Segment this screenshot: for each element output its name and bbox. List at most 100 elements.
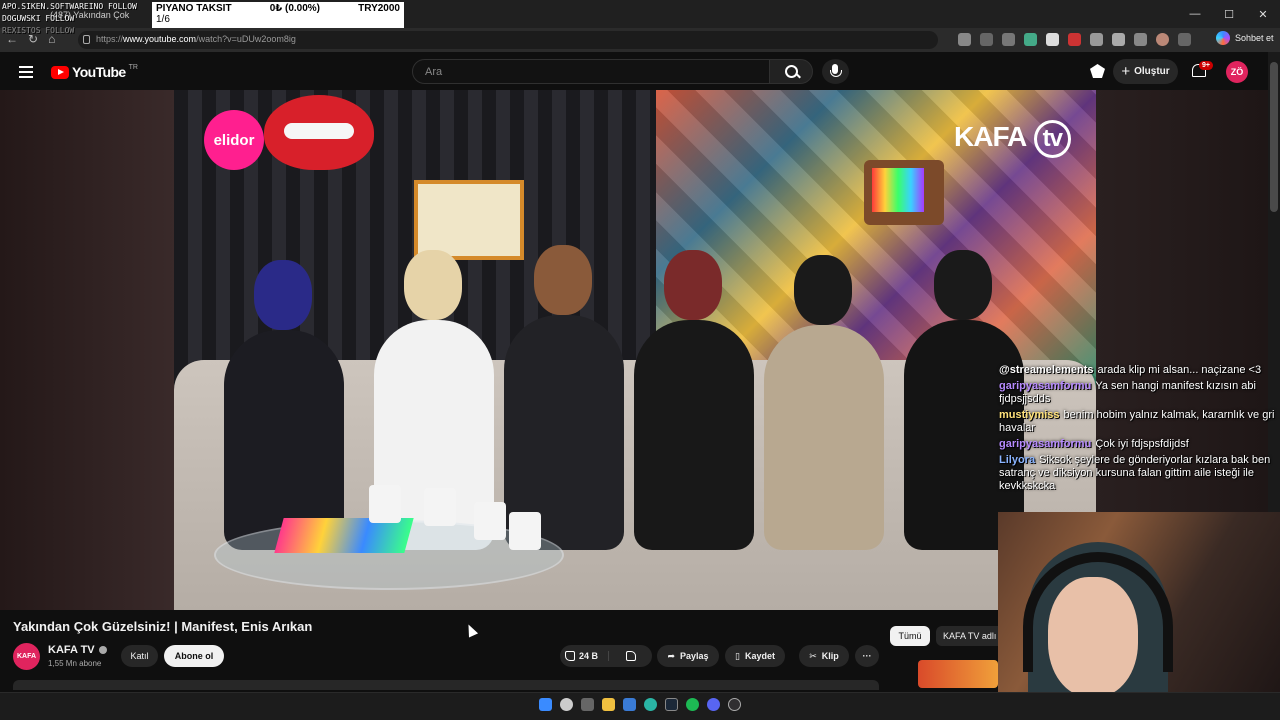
address-bar[interactable]: https://www.youtube.com/watch?v=uDUw2oom…: [78, 31, 938, 49]
scrollbar-thumb[interactable]: [1270, 62, 1278, 212]
kafatv-tv-circle: tv: [1033, 120, 1071, 158]
clip-button[interactable]: ✂ Klip: [799, 645, 849, 667]
chat-text: Siksok şeylere de gönderiyorlar kızlara …: [999, 454, 1271, 492]
extension-icon[interactable]: [1024, 33, 1037, 46]
chat-user: Lilyora: [999, 454, 1036, 466]
mug: [369, 485, 401, 523]
follow-line: DOGUWSKI FOLLOW: [2, 14, 75, 23]
tv-sticker: [864, 160, 944, 225]
spotify-icon[interactable]: [686, 698, 699, 711]
steam-icon[interactable]: [665, 698, 678, 711]
user-avatar[interactable]: ZÖ: [1226, 61, 1248, 83]
window-controls: — ☐ ✕: [1178, 0, 1280, 28]
extension-icons: [958, 33, 1191, 46]
plus-icon: +: [1121, 63, 1131, 80]
channel-avatar[interactable]: KAFA: [13, 643, 40, 670]
refresh-extension-icon[interactable]: [1090, 33, 1103, 46]
donation-goal-overlay: PIYANO TAKSIT 0₺ (0.00%) TRY2000 1/6: [152, 2, 404, 28]
dislike-button[interactable]: [608, 651, 652, 661]
copilot-button[interactable]: Sohbet et: [1216, 31, 1274, 45]
save-label: Kaydet: [744, 651, 775, 661]
board-game-box: [274, 518, 414, 553]
chip-all[interactable]: Tümü: [890, 626, 930, 646]
guest-4: [634, 250, 754, 550]
start-icon[interactable]: [539, 698, 552, 711]
kafatv-wordmark: KAFA: [954, 121, 1027, 152]
lips-sticker: [264, 95, 374, 170]
extension-icon[interactable]: [1068, 33, 1081, 46]
description-box[interactable]: [13, 680, 879, 690]
chat-user: mustiymiss: [999, 409, 1060, 421]
favorite-icon[interactable]: [1002, 33, 1015, 46]
subscribe-button[interactable]: Abone ol: [164, 645, 224, 667]
mouse-cursor: [463, 622, 479, 638]
voice-search-icon[interactable]: [822, 59, 849, 84]
close-icon[interactable]: ✕: [1246, 0, 1280, 28]
chat-user: garipyasamformu: [999, 380, 1092, 392]
task-view-icon[interactable]: [581, 698, 594, 711]
favorites-icon[interactable]: [1134, 33, 1147, 46]
search-icon[interactable]: [560, 698, 573, 711]
edge-icon[interactable]: [644, 698, 657, 711]
more-icon[interactable]: [1178, 33, 1191, 46]
create-button[interactable]: + Oluştur: [1113, 59, 1178, 84]
goal-target: TRY2000: [358, 3, 400, 14]
mug: [424, 488, 456, 526]
scissors-icon: ✂: [809, 650, 817, 661]
goal-progress: 1/6: [156, 14, 170, 25]
stream-chat-overlay: @streamelements arada klip mi alsan... na…: [999, 364, 1279, 496]
chat-message: garipyasamformu Çok iyi fdjspsfdijdsf: [999, 438, 1279, 451]
discord-icon[interactable]: [707, 698, 720, 711]
copilot-icon: [1216, 31, 1230, 45]
join-button[interactable]: Katıl: [121, 645, 158, 667]
thumbs-up-icon: [564, 651, 575, 661]
country-code: TR: [128, 63, 138, 71]
like-dislike-group: 24 B: [560, 645, 652, 667]
reader-icon[interactable]: [980, 33, 993, 46]
subscriber-count: 1,55 Mn abone: [48, 659, 102, 668]
certificate-frame: [414, 180, 524, 260]
chat-user: garipyasamformu: [999, 438, 1092, 450]
taskbar-icons: [539, 698, 741, 711]
youtube-play-icon: [51, 65, 69, 79]
verified-icon: [98, 646, 107, 654]
translate-icon[interactable]: [958, 33, 971, 46]
goal-amount: 0₺ (0.00%): [269, 3, 320, 14]
share-label: Paylaş: [680, 651, 709, 661]
file-explorer-icon[interactable]: [602, 698, 615, 711]
channel-name[interactable]: KAFA TV: [48, 644, 107, 656]
guest-1: [224, 260, 344, 550]
maximize-icon[interactable]: ☐: [1212, 0, 1246, 28]
minimize-icon[interactable]: —: [1178, 0, 1212, 28]
notification-badge: 9+: [1199, 61, 1213, 70]
chip-channel[interactable]: KAFA TV adlı: [936, 626, 998, 646]
chat-text: arada klip mi alsan... naçizane <3: [1097, 364, 1262, 376]
obs-icon[interactable]: [728, 698, 741, 711]
create-label: Oluştur: [1134, 66, 1170, 77]
youtube-logo[interactable]: YouTube TR: [51, 64, 138, 80]
hamburger-menu-icon[interactable]: [19, 66, 33, 78]
save-button[interactable]: ▯ Kaydet: [725, 645, 785, 667]
channel-name-text: KAFA TV: [48, 644, 95, 656]
mug: [509, 512, 541, 550]
search-input[interactable]: Ara: [412, 59, 770, 84]
chat-text: Çok iyi fdjspsfdijdsf: [1095, 438, 1189, 450]
video-player[interactable]: elidor KAFA tv: [174, 90, 1096, 610]
follow-line: REXISTOS FOLLOW: [2, 26, 75, 35]
sponsor-logo: elidor: [204, 110, 264, 170]
more-actions-button[interactable]: ···: [855, 645, 879, 667]
extension-icon[interactable]: [1112, 33, 1125, 46]
mail-icon[interactable]: [623, 698, 636, 711]
recommended-video-thumbnail[interactable]: [918, 660, 998, 688]
share-button[interactable]: ➦ Paylaş: [657, 645, 719, 667]
extension-icon[interactable]: [1046, 33, 1059, 46]
copilot-label: Sohbet et: [1235, 33, 1274, 43]
profile-icon[interactable]: [1156, 33, 1169, 46]
like-button[interactable]: 24 B: [560, 651, 603, 661]
follow-line: APO.SIKEN.SOFTWAREINO FOLLOW: [2, 2, 137, 11]
youtube-wordmark: YouTube: [72, 64, 126, 80]
kafatv-watermark: KAFA tv: [954, 120, 1071, 158]
search-button[interactable]: [769, 59, 813, 84]
guest-5: [764, 255, 884, 550]
chat-message: Lilyora Siksok şeylere de gönderiyorlar k…: [999, 454, 1279, 493]
